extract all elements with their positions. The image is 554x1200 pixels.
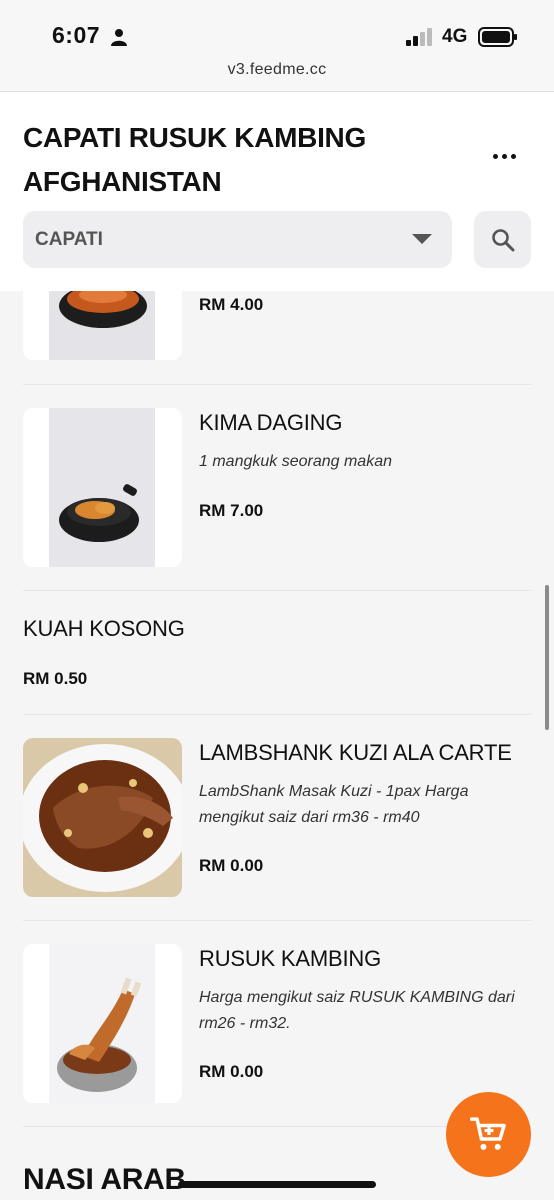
item-image (23, 408, 182, 567)
search-button[interactable] (474, 211, 531, 268)
ribs-bowl-image (23, 944, 182, 1103)
network-type: 4G (442, 26, 468, 47)
category-selected: CAPATI (35, 229, 103, 250)
item-image (23, 944, 182, 1103)
browser-url[interactable]: v3.feedme.cc (0, 61, 554, 79)
cart-icon (469, 1116, 506, 1150)
item-image (23, 738, 182, 897)
search-icon (491, 228, 514, 251)
more-dot-icon (501, 153, 507, 159)
item-description: 1 mangkuk seorang makan (199, 453, 392, 470)
status-time: 6:07 (52, 22, 101, 48)
more-dot-icon (510, 153, 516, 159)
category-select[interactable]: CAPATI (23, 211, 452, 268)
item-name: KIMA DAGING (199, 410, 343, 435)
person-icon (111, 29, 127, 46)
scroll-indicator[interactable] (545, 585, 549, 730)
store-title: CAPATI RUSUK KAMBING AFGHANISTAN (23, 122, 366, 197)
food-bowl-image (23, 291, 182, 360)
menu-item[interactable]: KUAH KOSONG RM 0.50 (23, 614, 531, 694)
item-name: RUSUK KAMBING (199, 946, 381, 971)
section-title: NASI ARAB (23, 1163, 186, 1196)
cart-button[interactable] (446, 1092, 531, 1177)
more-options-button[interactable] (484, 144, 524, 168)
item-name: LAMBSHANK KUZI ALA CARTE (199, 740, 512, 765)
menu-item[interactable]: RUSUK KAMBING Harga mengikut saiz RUSUK … (23, 944, 531, 1103)
menu-list: RM 4.00 KIMA DAGING 1 mangkuk seorang ma… (0, 291, 554, 1200)
item-name: KUAH KOSONG (23, 616, 185, 641)
status-bar: 6:07 4G v3.feedme.cc (0, 0, 554, 92)
menu-item[interactable]: KIMA DAGING 1 mangkuk seorang makan RM 7… (23, 408, 531, 567)
divider (23, 714, 531, 715)
signal-icon (406, 28, 432, 46)
store-header: CAPATI RUSUK KAMBING AFGHANISTAN CAPATI (0, 92, 554, 291)
menu-item[interactable]: RM 4.00 (23, 291, 531, 360)
item-price: RM 7.00 (199, 501, 264, 520)
item-image (23, 291, 182, 360)
home-indicator[interactable] (178, 1181, 376, 1188)
divider (23, 590, 531, 591)
item-price: RM 0.00 (199, 1062, 264, 1081)
lamb-plate-image (23, 738, 182, 897)
divider (23, 920, 531, 921)
item-description: LambShank Masak Kuzi - 1pax Harga mengik… (199, 783, 469, 826)
item-price: RM 0.50 (23, 669, 88, 688)
item-price: RM 0.00 (199, 856, 264, 875)
menu-item[interactable]: LAMBSHANK KUZI ALA CARTE LambShank Masak… (23, 738, 531, 897)
caret-down-icon (412, 234, 432, 244)
more-dot-icon (492, 153, 498, 159)
item-price: RM 4.00 (199, 295, 264, 314)
item-description: Harga mengikut saiz RUSUK KAMBING dari r… (199, 989, 515, 1032)
divider (23, 384, 531, 385)
battery-icon (478, 27, 517, 47)
food-bowl-image (23, 408, 182, 567)
